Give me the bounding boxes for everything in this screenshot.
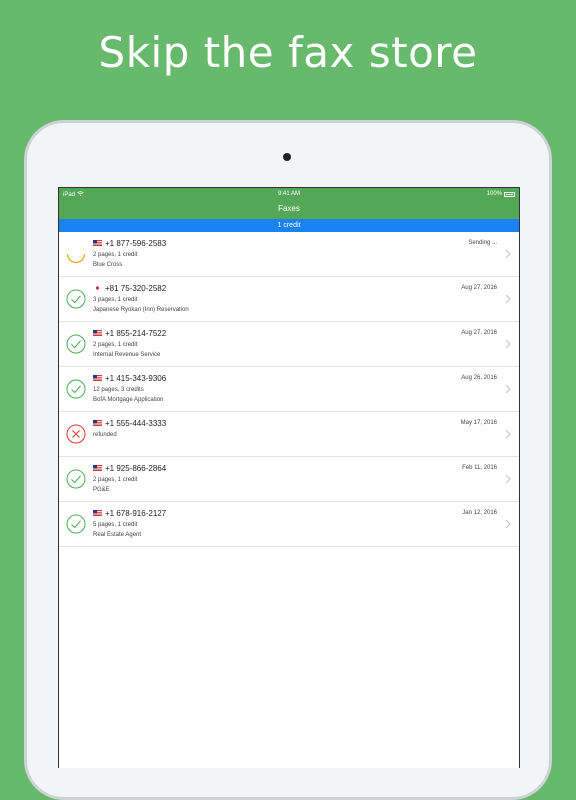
status-time: 9:41 AM	[277, 191, 300, 197]
us-flag-icon	[93, 374, 102, 381]
fax-date: Feb 11, 2016	[462, 465, 497, 471]
error-x-icon	[66, 424, 86, 444]
fax-details: 2 pages, 1 credit	[93, 252, 138, 258]
fax-number: +81 75-320-2582	[92, 284, 166, 293]
fax-date: Aug 27, 2016	[461, 330, 497, 336]
fax-number: +1 925-866-2864	[93, 464, 166, 473]
fax-number: +1 555-444-3333	[93, 419, 166, 428]
fax-row-6[interactable]: +1 925-866-2864 2 pages, 1 credit PG&E F…	[59, 457, 519, 502]
checkmark-icon	[66, 469, 86, 489]
status-icon	[66, 289, 86, 309]
nav-bar: Faxes	[59, 201, 519, 219]
fax-recipient: PG&E	[93, 487, 110, 493]
chevron-right-icon	[505, 384, 511, 394]
battery-indicator: 100%	[487, 191, 515, 197]
fax-details: 12 pages, 3 credits	[93, 387, 144, 393]
status-icon	[66, 244, 86, 264]
fax-row-7[interactable]: +1 678-916-2127 5 pages, 1 credit Real E…	[59, 502, 519, 547]
checkmark-icon	[66, 334, 86, 354]
fax-date: Aug 26, 2016	[461, 375, 497, 381]
checkmark-icon	[66, 379, 86, 399]
fax-date: May 17, 2016	[460, 420, 497, 426]
fax-number: +1 678-916-2127	[93, 509, 166, 518]
fax-row-4[interactable]: +1 415-343-9306 12 pages, 3 credits BofA…	[59, 367, 519, 412]
jp-flag-icon	[92, 284, 103, 292]
chevron-right-icon	[505, 429, 511, 439]
checkmark-icon	[66, 289, 86, 309]
fax-row-5[interactable]: +1 555-444-3333 refunded May 17, 2016	[59, 412, 519, 457]
status-icon	[66, 334, 86, 354]
chevron-right-icon	[505, 339, 511, 349]
status-icon	[66, 469, 86, 489]
chevron-right-icon	[505, 519, 511, 529]
fax-details: 2 pages, 1 credit	[93, 477, 138, 483]
fax-recipient: BofA Mortgage Application	[93, 397, 164, 403]
fax-date: Sending ...	[468, 240, 497, 246]
us-flag-icon	[93, 464, 102, 471]
camera-dot	[283, 153, 291, 161]
us-flag-icon	[93, 419, 102, 426]
fax-number: +1 855-214-7522	[93, 329, 166, 338]
us-flag-icon	[93, 239, 102, 246]
status-icon	[66, 424, 86, 444]
fax-date: Jan 12, 2016	[462, 510, 497, 516]
fax-recipient: Real Estate Agent	[93, 532, 142, 538]
status-bar: iPad 9:41 AM 100%	[59, 188, 519, 201]
credit-bar[interactable]: 1 credit	[59, 219, 519, 232]
credit-count: 1 credit	[277, 222, 301, 229]
fax-row-3[interactable]: +1 855-214-7522 2 pages, 1 credit Intern…	[59, 322, 519, 367]
fax-row-2[interactable]: +81 75-320-2582 3 pages, 1 credit Japane…	[59, 277, 519, 322]
us-flag-icon	[93, 329, 102, 336]
us-flag-icon	[93, 509, 102, 516]
fax-recipient: Blue Cross	[93, 262, 123, 268]
progress-spinner-icon	[66, 253, 86, 264]
nav-title: Faxes	[278, 204, 300, 213]
fax-details: 2 pages, 1 credit	[93, 342, 138, 348]
fax-details: refunded	[93, 432, 117, 438]
status-icon	[66, 514, 86, 534]
headline: Skip the fax store	[98, 28, 478, 77]
checkmark-icon	[66, 514, 86, 534]
fax-number: +1 415-343-9306	[93, 374, 166, 383]
fax-date: Aug 27, 2016	[461, 285, 497, 291]
fax-details: 5 pages, 1 credit	[93, 522, 138, 528]
chevron-right-icon	[505, 294, 511, 304]
fax-number: +1 877-596-2583	[93, 239, 166, 248]
fax-recipient: Internal Revenue Service	[93, 352, 161, 358]
fax-row-1[interactable]: +1 877-596-2583 2 pages, 1 credit Blue C…	[59, 232, 519, 277]
app-screen: iPad 9:41 AM 100% Faxes 1 credit +1 877-…	[58, 187, 520, 768]
chevron-right-icon	[505, 249, 511, 259]
fax-details: 3 pages, 1 credit	[93, 297, 138, 303]
chevron-right-icon	[505, 474, 511, 484]
status-icon	[66, 379, 86, 399]
fax-list: +1 877-596-2583 2 pages, 1 credit Blue C…	[59, 232, 519, 547]
battery-icon	[504, 191, 515, 197]
fax-recipient: Japanese Ryokan (Inn) Reservation	[93, 307, 189, 313]
